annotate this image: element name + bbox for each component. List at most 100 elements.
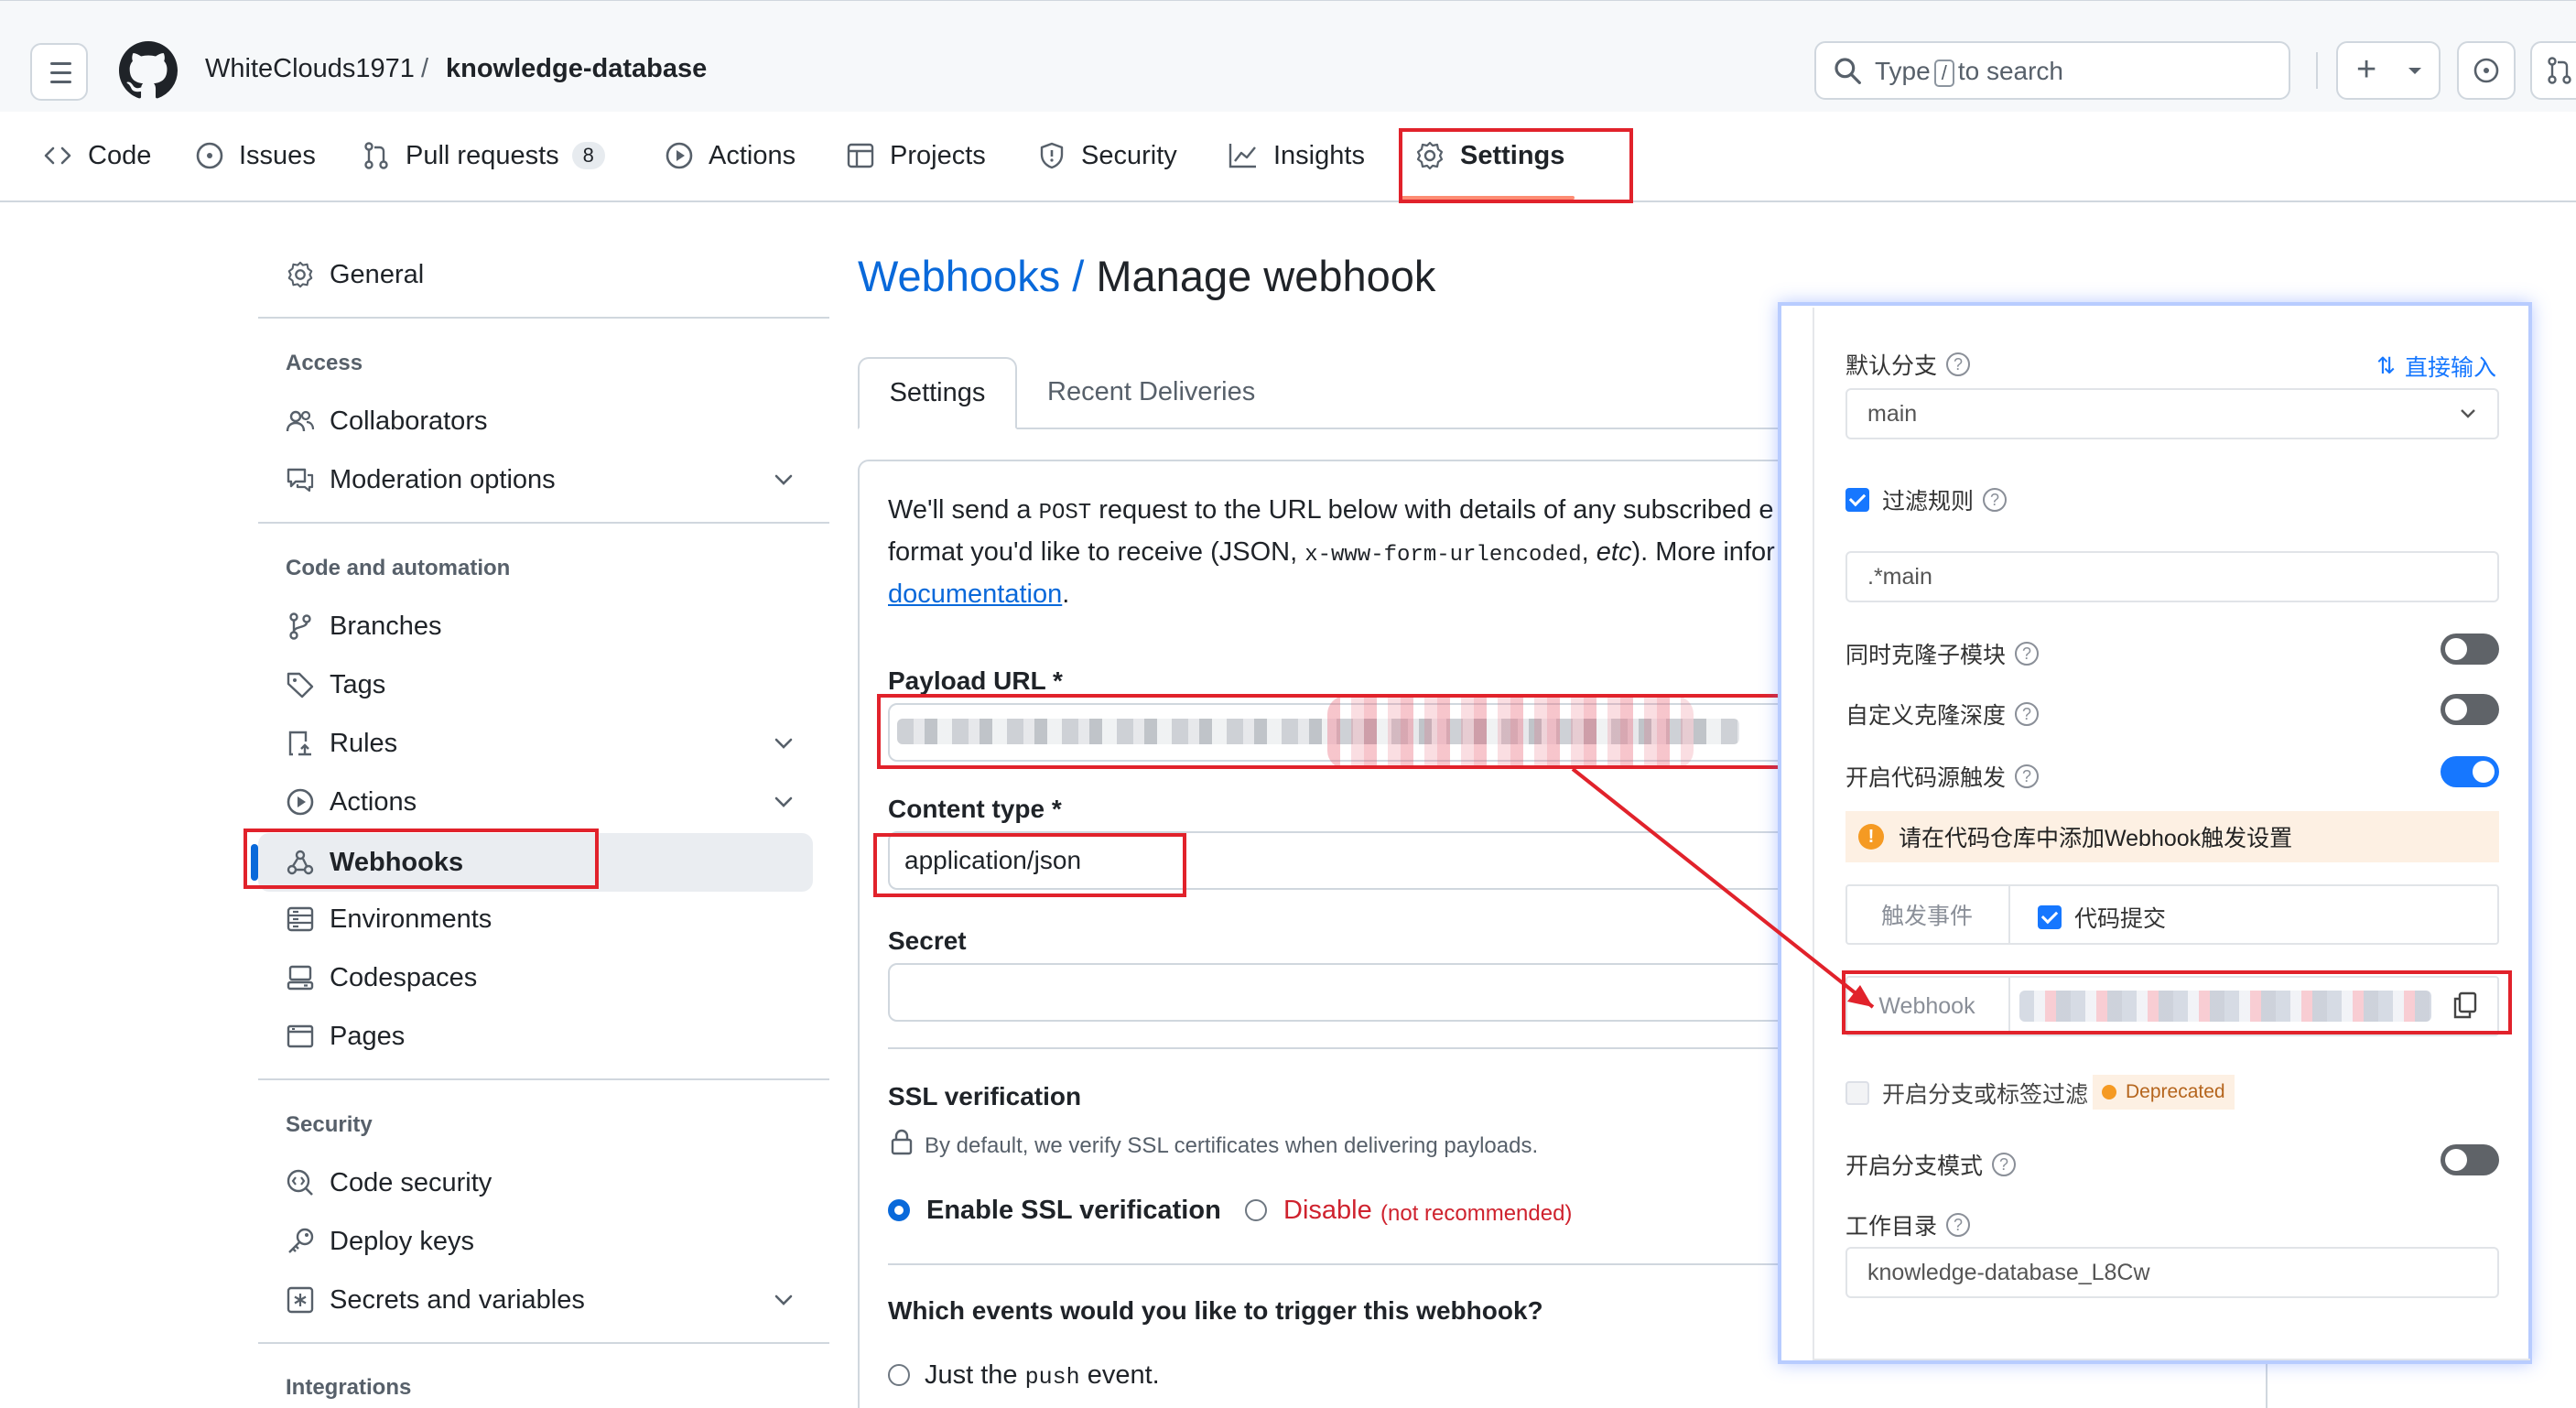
highlight-content-type [873,833,1186,897]
repo-name-link[interactable]: knowledge-database [446,54,707,84]
help-icon[interactable]: ? [2015,642,2040,666]
help-icon[interactable]: ? [2015,702,2040,726]
sidebar-item-branches[interactable]: Branches [286,608,442,644]
sidebar-item-code-security[interactable]: Code security [286,1164,492,1201]
clone-submodules-label: 同时克隆子模块 ? [1845,637,2040,670]
sidebar-item-secrets[interactable]: Secrets and variables [286,1282,585,1318]
work-dir-value: knowledge-database_L8Cw [1867,1259,2150,1285]
chevron-down-icon[interactable] [771,1287,796,1313]
tab-projects[interactable]: Projects [846,137,986,174]
pull-requests-button[interactable] [2530,41,2576,100]
ssl-disable-label[interactable]: Disable [1283,1196,1372,1226]
work-dir-label: 工作目录 ? [1845,1208,1971,1241]
help-icon[interactable]: ? [1992,1153,2017,1176]
webhook-warning-banner: ! 请在代码仓库中添加Webhook触发设置 [1845,811,2499,862]
sidebar-item-rules[interactable]: Rules [286,725,397,762]
just-push-label[interactable]: Just the push event. [925,1360,1160,1391]
sidebar-item-moderation[interactable]: Moderation options [286,461,556,498]
sidebar-item-label: General [330,259,425,289]
ssl-label: SSL verification [888,1082,1082,1110]
branch-tag-filter-checkbox[interactable]: 开启分支或标签过滤 [1845,1077,2088,1110]
chevron-down-icon[interactable] [771,789,796,815]
sidebar-item-label: Environments [330,904,492,934]
breadcrumb-webhooks[interactable]: Webhooks / [858,252,1084,300]
secret-input[interactable] [888,963,1803,1022]
sidebar-item-general[interactable]: General [286,256,424,293]
search-input[interactable]: Type / to search [1814,41,2290,100]
sidebar-heading-integrations: Integrations [286,1375,412,1400]
direct-input-link[interactable]: ⇅ 直接输入 [2376,350,2496,383]
deprecated-text: Deprecated [2126,1081,2225,1102]
ssl-enable-radio[interactable] [888,1199,910,1221]
tab-pull-requests-label: Pull requests [406,140,559,170]
work-dir-input[interactable]: knowledge-database_L8Cw [1845,1247,2499,1298]
tab-webhook-settings[interactable]: Settings [858,357,1017,429]
source-trigger-toggle[interactable] [2441,756,2499,787]
tab-insights-label: Insights [1273,140,1365,170]
branch-mode-text: 开启分支模式 [1845,1153,1984,1179]
tab-actions[interactable]: Actions [665,137,796,174]
checkbox-checked[interactable] [1845,488,1869,512]
branch-mode-toggle[interactable] [2441,1144,2499,1175]
comment-discussion-icon [287,468,314,493]
issue-open-icon [196,142,223,169]
intro-part: ). More infor [1631,537,1775,567]
checkbox-checked[interactable] [2038,905,2062,929]
branch-select[interactable]: main [1845,388,2499,439]
clone-submodules-toggle[interactable] [2441,634,2499,665]
help-icon[interactable]: ? [1946,352,1971,376]
sidebar-item-actions[interactable]: Actions [286,784,417,820]
sidebar-item-label: Moderation options [330,464,556,494]
codespaces-icon [287,965,314,991]
ssl-disable-radio[interactable] [1245,1199,1267,1221]
repo-separator: / [421,54,429,83]
clone-depth-toggle[interactable] [2441,694,2499,725]
help-icon[interactable]: ? [2015,764,2040,788]
code-commit-checkbox[interactable]: 代码提交 [2038,901,2166,934]
help-icon[interactable]: ? [1946,1213,1971,1237]
sidebar-item-collaborators[interactable]: Collaborators [286,403,487,439]
tab-code[interactable]: Code [42,137,151,174]
highlight-settings-tab [1399,128,1633,203]
branch-tag-filter-text: 开启分支或标签过滤 [1882,1082,2089,1108]
highlight-webhooks [244,829,599,889]
tab-issues[interactable]: Issues [195,137,316,174]
repo-owner-link[interactable]: WhiteClouds1971 [205,54,415,84]
sidebar-item-tags[interactable]: Tags [286,666,385,703]
github-logo-icon[interactable] [119,41,178,100]
create-new-button[interactable]: + [2336,41,2441,100]
tab-recent-deliveries[interactable]: Recent Deliveries [1047,377,1255,407]
form-divider [888,1047,1803,1049]
sidebar-item-label: Actions [330,786,417,817]
sidebar-item-environments[interactable]: Environments [286,901,492,937]
chevron-down-icon[interactable] [771,467,796,493]
trigger-event-label: 触发事件 [1845,884,2010,945]
sidebar-item-codespaces[interactable]: Codespaces [286,959,477,996]
tab-pull-requests[interactable]: Pull requests 8 [362,137,605,174]
sidebar-item-deploy-keys[interactable]: Deploy keys [286,1223,474,1260]
gear-icon [287,261,313,288]
swap-icon: ⇅ [2376,353,2396,379]
chevron-down-icon [2461,409,2475,418]
sidebar-divider [258,317,829,319]
push-code: push [1024,1364,1080,1391]
graph-icon [1228,144,1256,168]
ssl-enable-label[interactable]: Enable SSL verification [926,1196,1221,1226]
sidebar-item-pages[interactable]: Pages [286,1018,405,1055]
help-icon[interactable]: ? [1983,488,2008,512]
issues-button[interactable] [2457,41,2516,100]
chevron-down-icon[interactable] [771,731,796,756]
pull-requests-count-badge: 8 [571,142,605,169]
filter-rules-checkbox[interactable]: 过滤规则 ? [1845,483,2008,516]
default-branch-text: 默认分支 [1845,353,1938,379]
tab-security[interactable]: Security [1037,137,1177,174]
documentation-link[interactable]: documentation [888,579,1062,609]
just-push-radio[interactable] [888,1364,910,1386]
filter-rules-input[interactable]: .*main [1845,551,2499,602]
menu-button[interactable] [30,43,88,101]
sidebar-divider [258,1078,829,1080]
tab-code-label: Code [88,140,152,170]
checkbox-unchecked[interactable] [1845,1081,1869,1105]
default-branch-label: 默认分支 ? [1845,348,1971,381]
tab-insights[interactable]: Insights [1228,137,1365,174]
